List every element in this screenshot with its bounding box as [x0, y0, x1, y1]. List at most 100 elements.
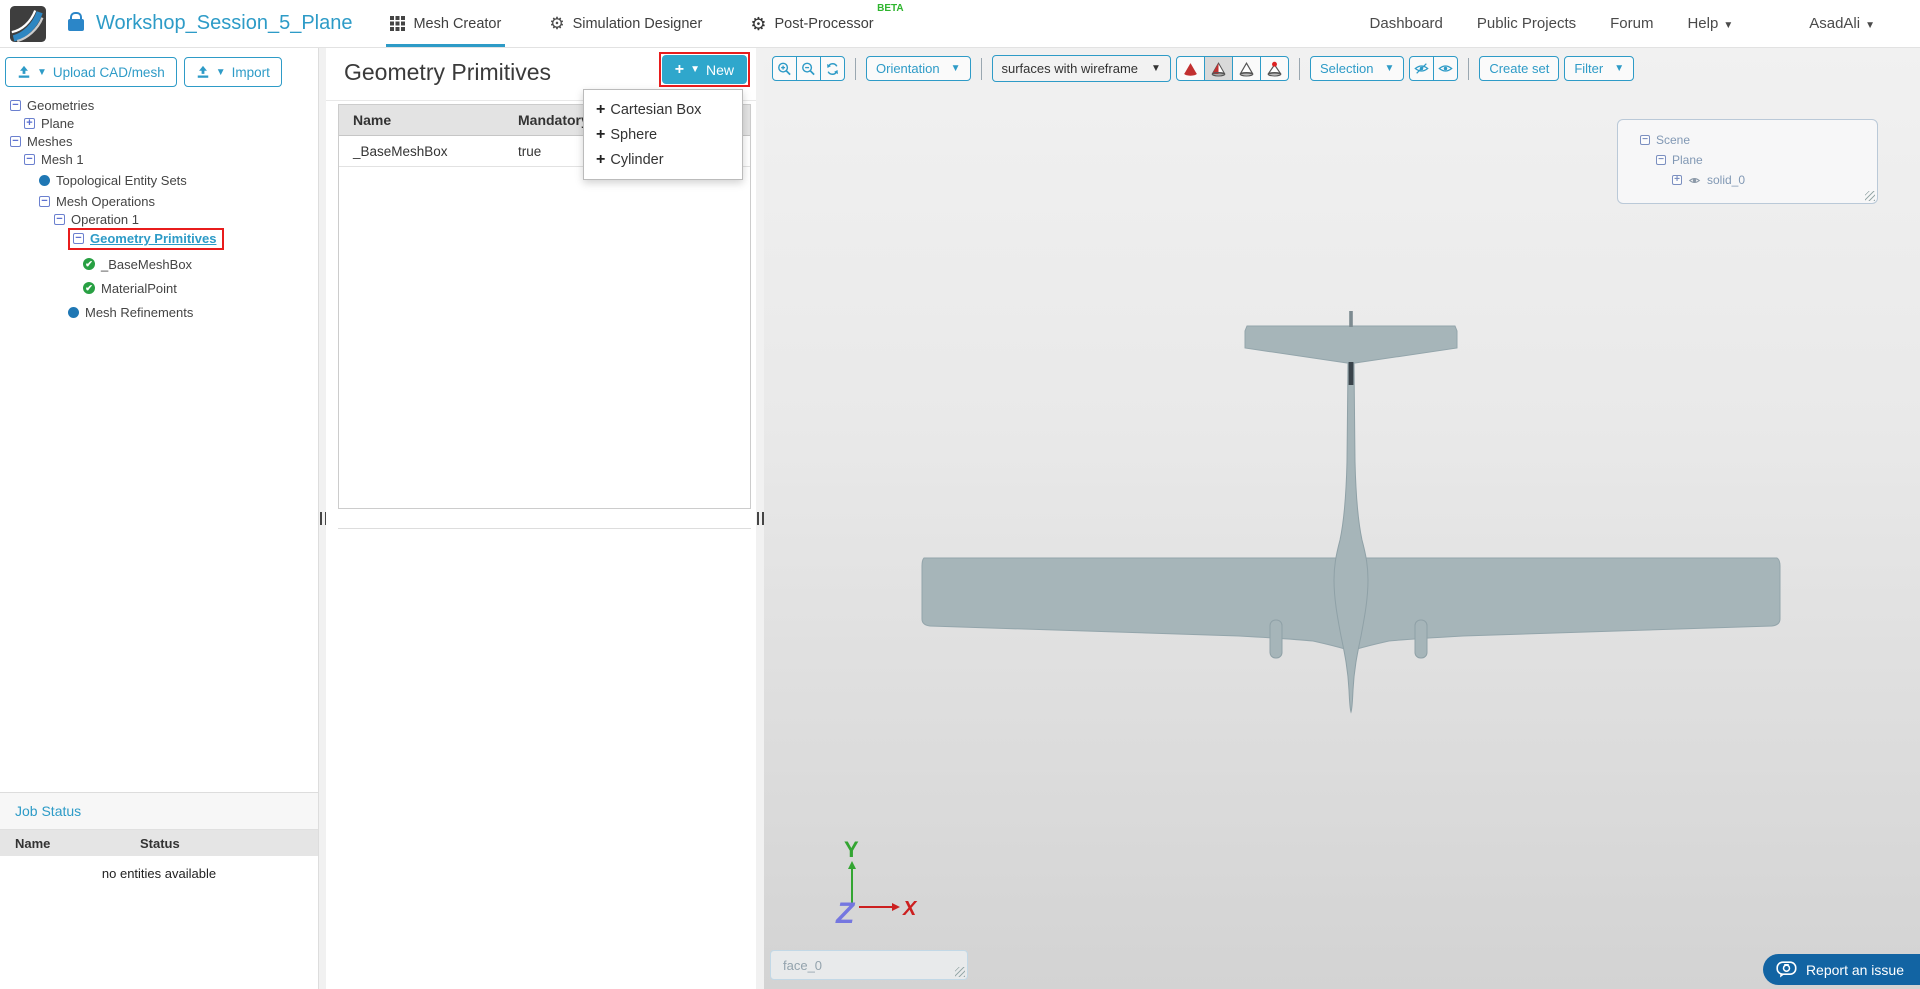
render-mode-select[interactable]: surfaces with wireframe ▼: [991, 55, 1171, 82]
scene-item-scene[interactable]: − Scene: [1640, 130, 1877, 150]
tree-item-mesh-1[interactable]: − Mesh 1: [0, 150, 318, 168]
tree-item-plane[interactable]: + Plane: [0, 114, 318, 132]
upload-icon: [197, 65, 208, 78]
camera-bubble-icon: [1776, 961, 1797, 978]
beta-badge: BETA: [877, 3, 904, 14]
simscale-logo-icon[interactable]: [10, 5, 46, 42]
tree-item-geometries[interactable]: − Geometries: [0, 96, 318, 114]
surface-points-button[interactable]: [1259, 56, 1289, 81]
expand-box-icon[interactable]: +: [1672, 175, 1682, 185]
panel-title: Geometry Primitives: [344, 59, 552, 85]
eye-icon[interactable]: [1688, 176, 1701, 185]
tab-label: Mesh Creator: [413, 15, 502, 32]
blue-dot-icon: [68, 306, 79, 318]
resize-handle[interactable]: [1865, 191, 1875, 201]
tree-item-mesh-operations[interactable]: − Mesh Operations: [0, 192, 318, 210]
menu-item-sphere[interactable]: + Sphere: [584, 122, 742, 147]
navbar-right: Dashboard Public Projects Forum Help ▼ As…: [1370, 15, 1920, 32]
tab-label: Simulation Designer: [572, 15, 703, 32]
report-issue-button[interactable]: Report an issue: [1762, 954, 1920, 985]
nav-link-forum[interactable]: Forum: [1610, 15, 1653, 32]
tree-item-materialpoint[interactable]: ✔ MaterialPoint: [0, 279, 318, 297]
green-check-icon: ✔: [83, 282, 95, 294]
tree-item-geometry-primitives[interactable]: − Geometry Primitives: [0, 228, 318, 250]
nav-link-public-projects[interactable]: Public Projects: [1477, 15, 1576, 32]
axis-y-label: Y: [844, 837, 859, 862]
new-button[interactable]: + ▼ New: [661, 55, 747, 84]
show-all-button[interactable]: [1433, 56, 1459, 81]
menu-item-cylinder[interactable]: + Cylinder: [584, 147, 742, 172]
project-title: Workshop_Session_5_Plane: [96, 12, 353, 34]
surface-solid-button[interactable]: [1175, 56, 1205, 81]
expand-box-icon[interactable]: +: [24, 117, 35, 129]
chevron-down-icon: ▼: [1614, 63, 1625, 74]
filter-dropdown[interactable]: Filter ▼: [1564, 56, 1635, 81]
collapse-box-icon[interactable]: −: [1656, 155, 1666, 165]
chevron-down-icon: ▼: [1384, 63, 1395, 74]
reset-view-button[interactable]: [820, 56, 845, 81]
tab-mesh-creator[interactable]: Mesh Creator: [386, 0, 506, 47]
column-header-name: Name: [353, 112, 392, 128]
tree-item-basemeshbox[interactable]: ✔ _BaseMeshBox: [0, 255, 318, 273]
hide-selected-button[interactable]: [1409, 56, 1435, 81]
face-label-box[interactable]: face_0: [770, 950, 968, 980]
zoom-in-button[interactable]: [772, 56, 797, 81]
tree-item-operation-1[interactable]: − Operation 1: [0, 210, 318, 228]
tree-item-mesh-refinements[interactable]: Mesh Refinements: [0, 303, 318, 321]
collapse-box-icon[interactable]: −: [1640, 135, 1650, 145]
plus-icon: +: [596, 100, 606, 118]
column-header-mandatory: Mandatory: [518, 112, 589, 128]
chevron-down-icon: ▼: [37, 66, 47, 78]
app-window: Workshop_Session_5_Plane Mesh Creator ⚙ …: [0, 0, 1920, 989]
viewport-3d[interactable]: Orientation ▼ surfaces with wireframe ▼: [764, 47, 1920, 989]
panel-splitter[interactable]: [756, 47, 764, 989]
upload-cad-mesh-button[interactable]: ▼ Upload CAD/mesh: [5, 57, 177, 87]
tree-item-topological-entity-sets[interactable]: Topological Entity Sets: [0, 171, 318, 189]
gear-solid-icon: ⚙: [750, 13, 767, 34]
collapse-box-icon[interactable]: −: [54, 213, 65, 225]
render-style-button-group: [1175, 56, 1289, 81]
annotation-red-box: + ▼ New: [658, 52, 750, 87]
sidebar-buttons: ▼ Upload CAD/mesh ▼ Import: [0, 47, 318, 87]
app-mode-tabs: Mesh Creator ⚙ Simulation Designer ⚙ Pos…: [386, 0, 904, 47]
surface-half-button[interactable]: [1203, 56, 1233, 81]
tab-post-processor[interactable]: ⚙ Post-Processor BETA: [746, 0, 903, 47]
collapse-box-icon[interactable]: −: [24, 153, 35, 165]
collapse-box-icon[interactable]: −: [73, 233, 84, 244]
project-tree: − Geometries + Plane − Meshes − Mesh 1 T…: [0, 87, 318, 321]
toolbar-separator: [1468, 57, 1470, 80]
refresh-icon: [827, 62, 838, 75]
collapse-box-icon[interactable]: −: [39, 195, 50, 207]
blue-dot-icon: [39, 174, 50, 186]
panel-divider: [338, 528, 751, 529]
visibility-button-group: [1409, 56, 1459, 81]
sidebar-splitter[interactable]: [319, 47, 327, 989]
user-menu[interactable]: AsadAli ▼: [1809, 15, 1875, 32]
nav-link-dashboard[interactable]: Dashboard: [1370, 15, 1443, 32]
tab-simulation-designer[interactable]: ⚙ Simulation Designer: [545, 0, 706, 47]
import-button[interactable]: ▼ Import: [183, 57, 282, 87]
job-status-title: Job Status: [0, 793, 318, 830]
nav-menu-help[interactable]: Help ▼: [1687, 15, 1733, 32]
collapse-box-icon[interactable]: −: [10, 99, 21, 111]
chevron-down-icon: ▼: [950, 63, 961, 74]
surface-wireframe-button[interactable]: [1231, 56, 1261, 81]
orientation-dropdown[interactable]: Orientation ▼: [866, 56, 971, 81]
menu-item-cartesian-box[interactable]: + Cartesian Box: [584, 97, 742, 122]
scene-item-solid-0[interactable]: + solid_0: [1640, 170, 1877, 190]
tree-item-meshes[interactable]: − Meshes: [0, 132, 318, 150]
selection-dropdown[interactable]: Selection ▼: [1309, 56, 1405, 81]
zoom-in-icon: [778, 62, 791, 75]
annotation-red-box: − Geometry Primitives: [68, 228, 225, 250]
left-sidebar: ▼ Upload CAD/mesh ▼ Import − Geometries: [0, 47, 319, 989]
cone-solid-red-icon: [1184, 62, 1197, 76]
zoom-out-button[interactable]: [796, 56, 821, 81]
scene-item-plane[interactable]: − Plane: [1640, 150, 1877, 170]
chevron-down-icon: ▼: [690, 64, 700, 75]
plane-model[interactable]: [921, 300, 1801, 760]
resize-handle[interactable]: [955, 967, 965, 977]
navbar-left: Workshop_Session_5_Plane: [0, 5, 353, 42]
collapse-box-icon[interactable]: −: [10, 135, 21, 147]
create-set-button[interactable]: Create set: [1479, 56, 1560, 81]
cone-outline-icon: [1239, 61, 1254, 76]
